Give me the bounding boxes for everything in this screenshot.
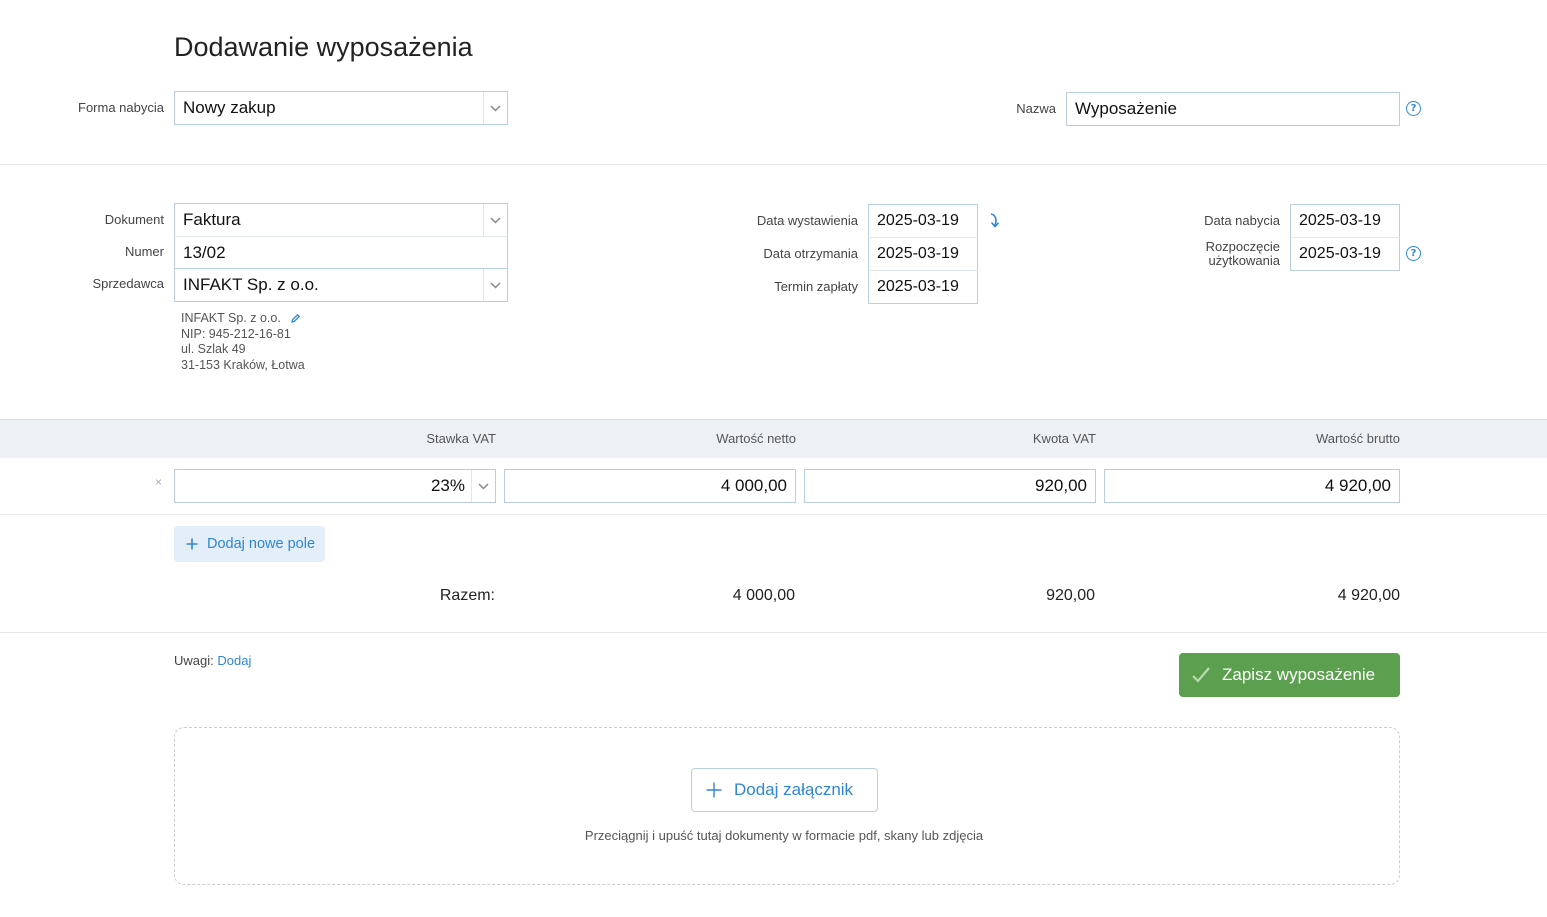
remove-row-icon[interactable]: × — [155, 475, 162, 489]
notes: Uwagi: Dodaj — [174, 653, 251, 668]
add-field-label: Dodaj nowe pole — [207, 536, 316, 552]
seller-value: INFAKT Sp. z o.o. — [183, 275, 319, 294]
usage-start-label-line1: Rozpoczęcie — [1205, 239, 1280, 254]
net-value: 4 000,00 — [720, 476, 787, 495]
seller-details: INFAKT Sp. z o.o. NIP: 945-212-16-81 ul.… — [181, 311, 305, 373]
copy-date-arrow-icon[interactable] — [987, 212, 1001, 235]
notes-label: Uwagi: — [174, 653, 214, 668]
number-value: 13/02 — [183, 242, 226, 262]
name-input[interactable]: Wyposażenie — [1066, 92, 1400, 126]
seller-label: Sprzedawca — [92, 276, 164, 291]
header-gross: Wartość brutto — [1315, 431, 1400, 446]
acquired-date-label: Data nabycia — [1204, 213, 1280, 228]
due-date-input[interactable]: 2025-03-19 — [868, 270, 978, 304]
name-input-value: Wyposażenie — [1075, 99, 1177, 118]
due-date-label: Termin zapłaty — [774, 279, 858, 294]
notes-add-link[interactable]: Dodaj — [217, 653, 251, 668]
add-attachment-button[interactable]: Dodaj załącznik — [691, 768, 878, 812]
due-date-value: 2025-03-19 — [877, 278, 959, 295]
usage-start-date-value: 2025-03-19 — [1299, 245, 1381, 262]
header-vat-rate: Stawka VAT — [426, 431, 496, 446]
document-select[interactable]: Faktura — [174, 203, 508, 237]
document-value: Faktura — [183, 210, 241, 229]
help-icon[interactable]: ? — [1406, 246, 1421, 261]
number-label: Numer — [124, 244, 164, 259]
save-button[interactable]: Zapisz wyposażenie — [1179, 653, 1400, 697]
vat-amount-value: 920,00 — [1035, 476, 1087, 495]
header-net: Wartość netto — [716, 431, 796, 446]
chevron-down-icon — [483, 269, 507, 301]
seller-details-city: 31-153 Kraków, Łotwa — [181, 357, 305, 372]
vat-rate-value: 23% — [430, 476, 465, 495]
header-vat-amount: Kwota VAT — [1032, 431, 1096, 446]
name-label: Nazwa — [1016, 101, 1056, 116]
received-date-label: Data otrzymania — [763, 246, 858, 261]
chevron-down-icon — [471, 470, 495, 502]
totals-gross: 4 920,00 — [1337, 587, 1400, 604]
issued-date-label: Data wystawienia — [756, 213, 858, 228]
acquisition-form-label: Forma nabycia — [78, 100, 164, 115]
usage-start-date-input[interactable]: 2025-03-19 — [1290, 237, 1400, 271]
add-attachment-label: Dodaj załącznik — [734, 780, 854, 799]
document-label: Dokument — [104, 212, 164, 227]
vat-rate-select[interactable]: 23% — [174, 469, 496, 503]
received-date-value: 2025-03-19 — [877, 245, 959, 262]
number-input[interactable]: 13/02 — [174, 236, 508, 269]
acquisition-form-select[interactable]: Nowy zakup — [174, 91, 508, 125]
issued-date-value: 2025-03-19 — [877, 212, 959, 229]
divider — [0, 514, 1547, 515]
save-button-label: Zapisz wyposażenie — [1222, 665, 1376, 684]
totals-label: Razem: — [439, 587, 495, 604]
chevron-down-icon — [483, 92, 507, 124]
help-icon[interactable]: ? — [1406, 101, 1421, 116]
totals-vat-amount: 920,00 — [1046, 587, 1095, 604]
usage-start-label: Rozpoczęcie użytkowania — [1130, 240, 1280, 268]
issued-date-input[interactable]: 2025-03-19 — [868, 204, 978, 238]
plus-icon — [706, 782, 722, 798]
page-title: Dodawanie wyposażenia — [174, 32, 473, 62]
plus-icon — [186, 538, 198, 550]
seller-details-nip: NIP: 945-212-16-81 — [181, 326, 291, 341]
acquired-date-value: 2025-03-19 — [1299, 212, 1381, 229]
received-date-input[interactable]: 2025-03-19 — [868, 237, 978, 271]
acquired-date-input[interactable]: 2025-03-19 — [1290, 204, 1400, 238]
seller-select[interactable]: INFAKT Sp. z o.o. — [174, 268, 508, 302]
attachment-hint: Przeciągnij i upuść tutaj dokumenty w fo… — [584, 828, 984, 843]
seller-details-street: ul. Szlak 49 — [181, 342, 246, 356]
gross-value: 4 920,00 — [1324, 476, 1391, 495]
usage-start-label-line2: użytkowania — [1208, 253, 1280, 268]
totals-net: 4 000,00 — [732, 587, 795, 604]
chevron-down-icon — [483, 204, 507, 236]
acquisition-form-value: Nowy zakup — [183, 98, 276, 117]
add-field-button[interactable]: Dodaj nowe pole — [174, 526, 325, 562]
checkmark-icon — [1191, 666, 1211, 684]
divider — [0, 632, 1547, 633]
net-value-input[interactable]: 4 000,00 — [504, 469, 796, 503]
seller-details-name: INFAKT Sp. z o.o. — [181, 311, 281, 325]
gross-value-input[interactable]: 4 920,00 — [1104, 469, 1400, 503]
divider — [0, 164, 1547, 165]
pencil-icon[interactable] — [290, 313, 301, 324]
vat-amount-input[interactable]: 920,00 — [804, 469, 1096, 503]
